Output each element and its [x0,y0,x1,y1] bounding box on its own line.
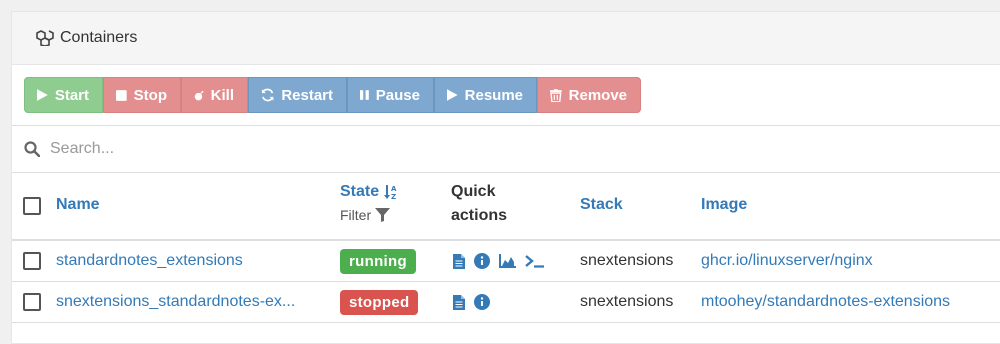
image-link[interactable]: ghcr.io/linuxserver/nginx [701,252,873,270]
restart-button[interactable]: Restart [248,77,347,113]
action-toolbar: Start Stop Kill Restart Pause Resume Rem… [24,77,641,113]
stack-name: snextensions [580,293,674,310]
pause-button[interactable]: Pause [347,77,434,113]
panel-title: Containers [60,29,138,46]
table-row: standardnotes_extensions running snexten… [12,241,1000,282]
table-header: Name State AZ Filter Quick actions Stack… [12,173,1000,241]
quick-actions-header-line2: actions [451,207,508,224]
container-name-link[interactable]: snextensions_standardnotes-ex... [56,293,295,311]
state-column-header[interactable]: State [340,183,379,201]
filter-icon[interactable] [375,208,391,222]
remove-button[interactable]: Remove [537,77,641,113]
stack-column-header[interactable]: Stack [580,196,623,214]
bomb-icon [194,90,204,100]
cubes-icon [36,30,54,46]
svg-text:A: A [391,185,397,193]
info-icon[interactable] [474,294,490,310]
sort-alpha-down-icon[interactable]: AZ [384,184,398,200]
logs-icon[interactable] [453,253,465,269]
play-icon [37,89,48,101]
status-badge: stopped [340,290,419,315]
kill-button[interactable]: Kill [181,77,248,113]
resume-button[interactable]: Resume [434,77,537,113]
row-checkbox[interactable] [23,252,41,270]
container-name-link[interactable]: standardnotes_extensions [56,252,243,270]
stop-button[interactable]: Stop [103,77,181,113]
refresh-icon [261,88,274,102]
logs-icon[interactable] [453,294,465,310]
status-badge: running [340,249,416,274]
quick-actions-header-line1: Quick [451,183,496,200]
image-link[interactable]: mtoohey/standardnotes-extensions [701,293,950,311]
pause-icon [360,90,369,100]
stop-icon [116,89,127,101]
row-checkbox[interactable] [23,293,41,311]
trash-icon [550,88,562,102]
state-filter-label[interactable]: Filter [340,207,371,223]
search-input[interactable] [50,140,650,158]
search-bar [12,125,1000,173]
search-icon [24,141,40,157]
image-column-header[interactable]: Image [701,196,747,214]
name-column-header[interactable]: Name [56,196,100,214]
info-icon[interactable] [474,253,490,269]
console-icon[interactable] [525,254,545,268]
svg-text:Z: Z [391,193,396,200]
panel-header: Containers [12,12,1000,65]
stack-name: snextensions [580,252,674,269]
select-all-checkbox[interactable] [23,197,41,215]
stats-chart-icon[interactable] [499,254,516,268]
start-button[interactable]: Start [24,77,103,113]
containers-panel: Containers Start Stop Kill Restart Pause… [11,11,1000,344]
table-row: snextensions_standardnotes-ex... stopped… [12,282,1000,323]
play-icon [447,89,458,101]
